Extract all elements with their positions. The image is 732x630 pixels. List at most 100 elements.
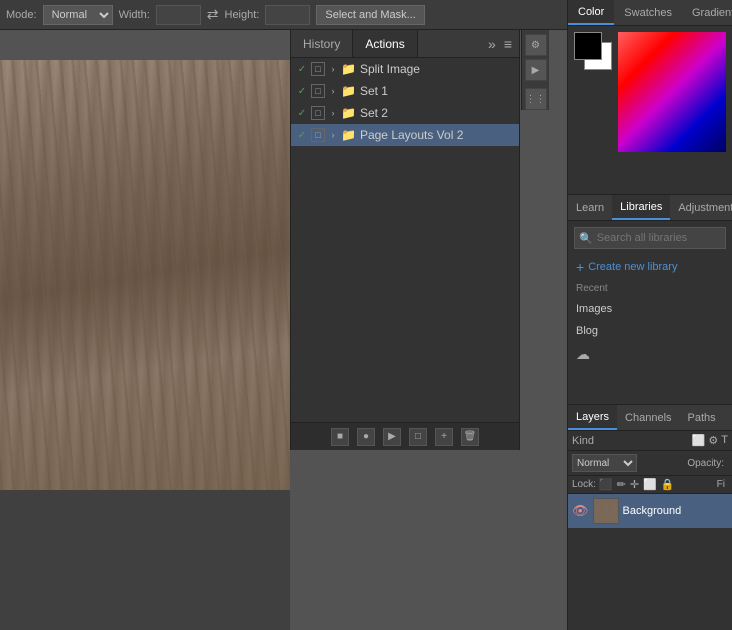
fg-bg-colors [574,32,612,70]
tab-swatches[interactable]: Swatches [614,0,682,25]
action-item-set2[interactable]: ✓ □ › 📁 Set 2 [291,102,519,124]
recent-label: Recent [568,279,732,298]
mini-icon-2[interactable]: ▶ [525,59,547,81]
folder-set2: 📁 [341,106,356,120]
expand-set2: › [327,108,339,118]
create-library-btn[interactable]: + Create new library [568,255,732,279]
new-action-btn[interactable]: + [435,428,453,446]
folder-set1: 📁 [341,84,356,98]
check-set1: ✓ [295,86,309,97]
panel-bottom-toolbar: ■ ● ▶ □ + 🗑 [291,422,519,450]
label-set2: Set 2 [360,106,388,120]
height-label: Height: [225,9,260,21]
layer-visibility-icon[interactable]: 👁 [572,503,589,519]
lib-tabs: Learn Libraries Adjustments [568,195,732,221]
action-item-set1[interactable]: ✓ □ › 📁 Set 1 [291,80,519,102]
check-page-layouts: ✓ [295,130,309,141]
color-panel: Color Swatches Gradients [568,0,732,195]
search-icon: 🔍 [579,232,593,245]
width-label: Width: [119,9,150,21]
expand-set1: › [327,86,339,96]
folder-split-image: 📁 [341,62,356,76]
lock-position-icon[interactable]: ✛ [630,478,639,491]
lock-image-icon[interactable]: ✏ [617,478,626,491]
search-input[interactable] [597,232,721,244]
kind-label: Kind [572,435,594,447]
select-mask-button[interactable]: Select and Mask... [316,5,425,25]
filter-pixel-icon[interactable]: ⬜ [692,434,706,447]
label-split-image: Split Image [360,62,420,76]
opacity-label: Opacity: [687,458,724,469]
fill-label: Fi [717,479,725,490]
layer-thumbnail [593,498,619,524]
expand-icon[interactable]: » [485,34,499,54]
main-area: History Actions » ≡ ✓ □ › 📁 Split Image … [0,30,732,630]
lib-item-blog[interactable]: Blog [568,320,732,342]
record-btn[interactable]: ● [357,428,375,446]
mini-icon-3[interactable]: ⋮⋮ [525,88,547,110]
cloud-icon: ☁ [568,342,732,367]
check-split-image: ✓ [295,64,309,75]
tab-gradients[interactable]: Gradients [682,0,732,25]
tab-channels[interactable]: Channels [617,405,679,430]
tab-color[interactable]: Color [568,0,614,25]
lock-transparent-icon[interactable]: ⬛ [599,478,613,491]
lock-icons: ⬛ ✏ ✛ ⬜ 🔒 [599,478,675,491]
label-page-layouts: Page Layouts Vol 2 [360,128,463,142]
expand-page-layouts: › [327,130,339,140]
background-layer-item[interactable]: 👁 Background [568,494,732,528]
lock-label: Lock: [572,479,596,490]
filter-type-icon[interactable]: T [721,434,728,447]
panel-tabs: History Actions » ≡ [291,30,519,58]
menu-icon[interactable]: ≡ [501,34,515,54]
swap-icon: ⇄ [207,6,219,23]
lock-artboard-icon[interactable]: ⬜ [643,478,657,491]
mini-icons-panel: ⚙ ▶ ⋮⋮ [521,30,549,110]
layers-mode-row: Normal Opacity: [568,451,732,476]
tab-layers[interactable]: Layers [568,405,617,430]
layer-thumb-inner [594,499,618,523]
layer-background-name: Background [623,505,682,517]
libraries-panel: Learn Libraries Adjustments 🔍 + Create n… [568,195,732,405]
tab-adjustments[interactable]: Adjustments [670,195,732,220]
lock-all-icon[interactable]: 🔒 [661,478,675,491]
mode-select[interactable]: Normal [43,5,113,25]
layers-panel: Layers Channels Paths Kind ⬜ ⚙ T Normal … [568,405,732,630]
tab-learn[interactable]: Learn [568,195,612,220]
delete-btn[interactable]: 🗑 [461,428,479,446]
layers-kind-row: Kind ⬜ ⚙ T [568,431,732,451]
lib-search-box: 🔍 [574,227,726,249]
label-set1: Set 1 [360,84,388,98]
width-input[interactable] [156,5,201,25]
wood-texture [0,60,290,490]
plus-icon: + [576,259,584,275]
tab-libraries[interactable]: Libraries [612,195,670,220]
panel-tab-icons: » ≡ [485,34,519,54]
lib-item-images[interactable]: Images [568,298,732,320]
tab-history[interactable]: History [291,30,353,57]
tab-paths[interactable]: Paths [680,405,724,430]
right-panels: Color Swatches Gradients Learn Libraries [567,0,732,630]
color-gradient-display[interactable] [618,32,726,152]
color-content [568,26,732,158]
play-btn[interactable]: ▶ [383,428,401,446]
box-page-layouts: □ [311,128,325,142]
foreground-color-swatch[interactable] [574,32,602,60]
box-split-image: □ [311,62,325,76]
box-set1: □ [311,84,325,98]
expand-split-image: › [327,64,339,74]
kind-icons: ⬜ ⚙ T [692,434,728,447]
stop-btn[interactable]: ■ [331,428,349,446]
height-input[interactable] [265,5,310,25]
folder-page-layouts: 📁 [341,128,356,142]
blend-mode-select[interactable]: Normal [572,454,637,472]
new-set-btn[interactable]: □ [409,428,427,446]
check-set2: ✓ [295,108,309,119]
canvas-below [0,490,290,630]
filter-adjust-icon[interactable]: ⚙ [708,434,718,447]
tab-actions[interactable]: Actions [353,30,417,57]
mini-icon-1[interactable]: ⚙ [525,34,547,56]
action-item-split-image[interactable]: ✓ □ › 📁 Split Image [291,58,519,80]
action-item-page-layouts[interactable]: ✓ □ › 📁 Page Layouts Vol 2 [291,124,519,146]
color-swatches [574,32,612,152]
